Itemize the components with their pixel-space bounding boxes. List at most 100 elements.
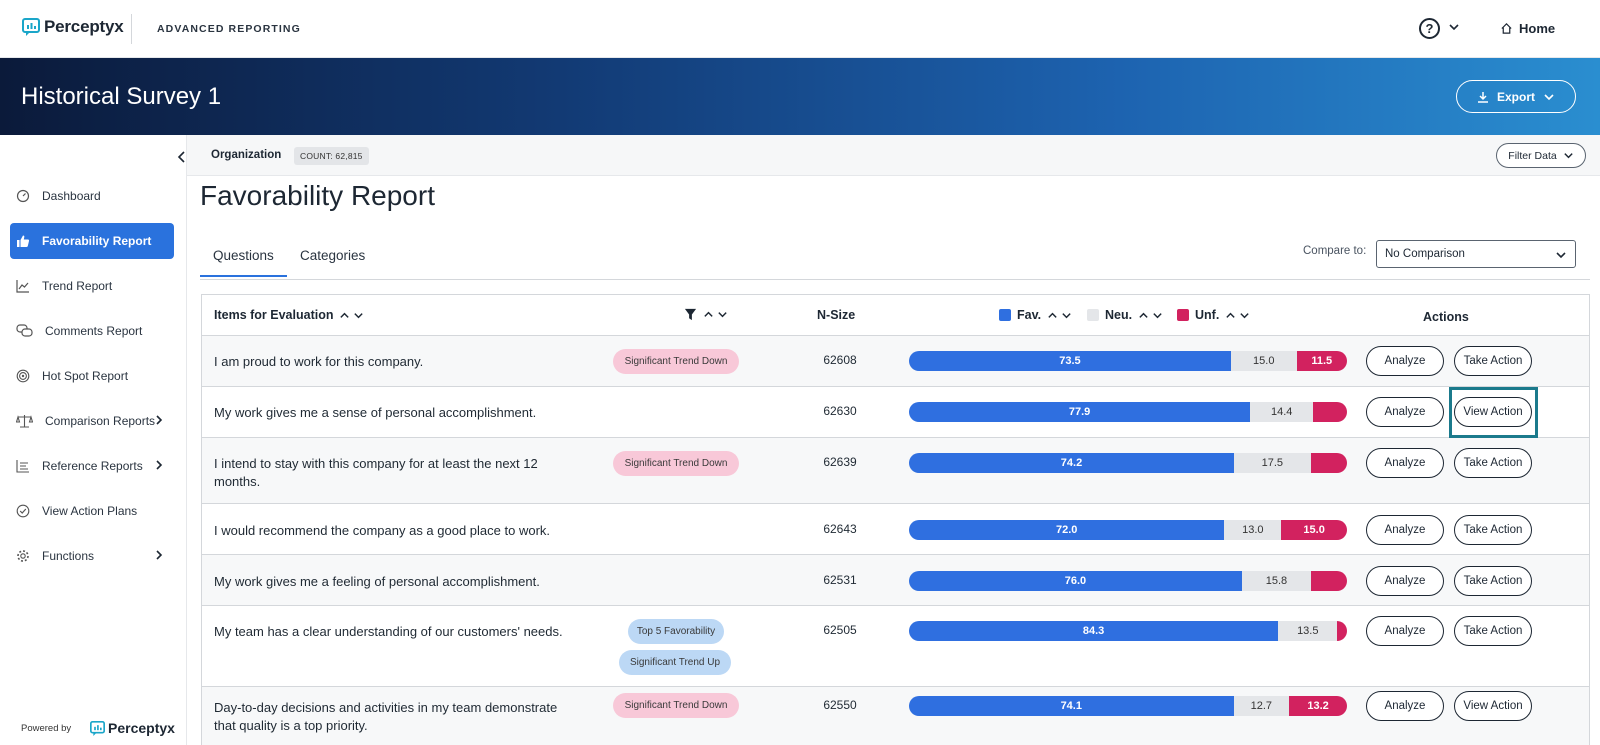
fav-header[interactable]: Fav. <box>999 308 1072 322</box>
chevron-down-icon <box>1555 249 1567 264</box>
sidebar-item-view-action-plans[interactable]: View Action Plans <box>10 493 174 529</box>
nsize-value: 62531 <box>823 573 857 587</box>
sidebar-item-dashboard[interactable]: Dashboard <box>10 178 174 214</box>
logo-icon <box>90 720 105 736</box>
sort-up-icon[interactable] <box>1138 310 1149 321</box>
sidebar-item-label: Hot Spot Report <box>42 369 129 383</box>
nsize-value: 62630 <box>823 404 857 418</box>
sidebar-item-comments-report[interactable]: Comments Report <box>10 313 174 349</box>
neu-header[interactable]: Neu. <box>1087 308 1163 322</box>
unf-segment <box>1310 453 1347 473</box>
unf-swatch <box>1177 309 1189 321</box>
take-action-button[interactable]: Take Action <box>1454 515 1532 545</box>
sort-down-icon[interactable] <box>717 309 728 320</box>
sort-up-icon[interactable] <box>339 310 350 321</box>
view-action-button[interactable]: View Action <box>1454 397 1532 427</box>
analyze-button[interactable]: Analyze <box>1366 448 1444 478</box>
nsize-value: 62505 <box>823 623 857 637</box>
sort-up-icon[interactable] <box>1047 310 1058 321</box>
thumbs-up-icon <box>16 234 30 248</box>
sort-up-icon[interactable] <box>703 309 714 320</box>
sort-down-icon[interactable] <box>1061 310 1072 321</box>
nsize-header[interactable]: N-Size <box>817 308 855 322</box>
sort-icons[interactable] <box>1225 310 1250 321</box>
neu-segment: 14.4 <box>1250 402 1314 422</box>
view-action-button[interactable]: View Action <box>1454 691 1532 721</box>
take-action-button[interactable]: Take Action <box>1454 448 1532 478</box>
tag-significant-trend-down: Significant Trend Down <box>613 693 739 718</box>
sidebar-item-functions[interactable]: Functions <box>10 538 174 574</box>
analyze-button[interactable]: Analyze <box>1366 616 1444 646</box>
gear-icon <box>16 549 30 563</box>
take-action-button[interactable]: Take Action <box>1454 566 1532 596</box>
analyze-button[interactable]: Analyze <box>1366 566 1444 596</box>
list-icon <box>16 459 30 473</box>
neu-swatch <box>1087 309 1099 321</box>
chevron-down-icon <box>1544 93 1554 100</box>
perceptyx-logo[interactable]: Perceptyx <box>22 17 124 37</box>
fav-segment: 77.9 <box>909 402 1251 422</box>
sort-down-icon[interactable] <box>353 310 364 321</box>
sort-up-icon[interactable] <box>1225 310 1236 321</box>
export-label: Export <box>1496 89 1535 104</box>
items-header-label: Items for Evaluation <box>214 308 334 322</box>
sidebar-item-favorability-report[interactable]: Favorability Report <box>10 223 174 259</box>
analyze-button[interactable]: Analyze <box>1366 397 1444 427</box>
page-title: Favorability Report <box>200 180 435 211</box>
unf-segment <box>1313 402 1347 422</box>
sort-down-icon[interactable] <box>1239 310 1250 321</box>
top-nav: Perceptyx ADVANCED REPORTING ? Home <box>0 0 1600 58</box>
help-icon[interactable]: ? <box>1419 18 1440 39</box>
tab-categories[interactable]: Categories <box>300 248 365 275</box>
sort-icons[interactable] <box>339 310 364 321</box>
fav-swatch <box>999 309 1011 321</box>
check-circle-icon <box>16 504 30 518</box>
tag-significant-trend-up: Significant Trend Up <box>619 650 731 675</box>
trend-icon <box>16 279 30 293</box>
sort-icons[interactable] <box>1047 310 1072 321</box>
sort-down-icon[interactable] <box>1152 310 1163 321</box>
sort-icons[interactable] <box>1138 310 1163 321</box>
filter-icon[interactable] <box>684 308 697 321</box>
favorability-bar: 74.1 12.7 13.2 <box>909 696 1347 716</box>
actions-header: Actions <box>1423 310 1469 324</box>
fav-segment: 76.0 <box>909 571 1242 591</box>
export-button[interactable]: Export <box>1456 80 1576 113</box>
unf-segment: 15.0 <box>1281 520 1347 540</box>
sidebar-item-hot-spot-report[interactable]: Hot Spot Report <box>10 358 174 394</box>
compare-select[interactable]: No Comparison <box>1376 240 1576 268</box>
filter-data-button[interactable]: Filter Data <box>1496 143 1586 168</box>
sidebar-item-reference-reports[interactable]: Reference Reports <box>10 448 174 484</box>
tags-header[interactable] <box>684 308 728 321</box>
neu-segment: 13.0 <box>1224 520 1282 540</box>
organization-bar: Organization COUNT: 62,815 Filter Data <box>187 135 1600 176</box>
gauge-icon <box>16 189 30 203</box>
sort-icons[interactable] <box>703 309 728 320</box>
items-header[interactable]: Items for Evaluation <box>214 308 364 322</box>
neu-segment: 13.5 <box>1278 621 1338 641</box>
analyze-button[interactable]: Analyze <box>1366 691 1444 721</box>
home-link[interactable]: Home <box>1500 21 1555 36</box>
sidebar-item-comparison-reports[interactable]: Comparison Reports <box>10 403 174 439</box>
analyze-button[interactable]: Analyze <box>1366 346 1444 376</box>
scale-icon <box>15 414 34 428</box>
target-icon <box>16 369 30 383</box>
question-text: Day-to-day decisions and activities in m… <box>214 700 558 733</box>
take-action-button[interactable]: Take Action <box>1454 346 1532 376</box>
analyze-button[interactable]: Analyze <box>1366 515 1444 545</box>
chevron-down-icon[interactable] <box>1448 20 1460 38</box>
home-icon <box>1501 23 1512 34</box>
tab-questions[interactable]: Questions <box>200 248 287 277</box>
nsize-value: 62643 <box>823 522 857 536</box>
survey-title: Historical Survey 1 <box>21 83 222 110</box>
sidebar-item-label: Dashboard <box>42 189 101 203</box>
question-text: I would recommend the company as a good … <box>214 523 551 538</box>
question-text: I intend to stay with this company for a… <box>214 456 538 489</box>
take-action-button[interactable]: Take Action <box>1454 616 1532 646</box>
compare-label: Compare to: <box>1303 245 1367 257</box>
organization-label: Organization <box>211 149 282 161</box>
sidebar-item-trend-report[interactable]: Trend Report <box>10 268 174 304</box>
favorability-bar: 72.0 13.0 15.0 <box>909 520 1347 540</box>
unf-header[interactable]: Unf. <box>1177 308 1250 322</box>
download-icon <box>1477 91 1488 103</box>
